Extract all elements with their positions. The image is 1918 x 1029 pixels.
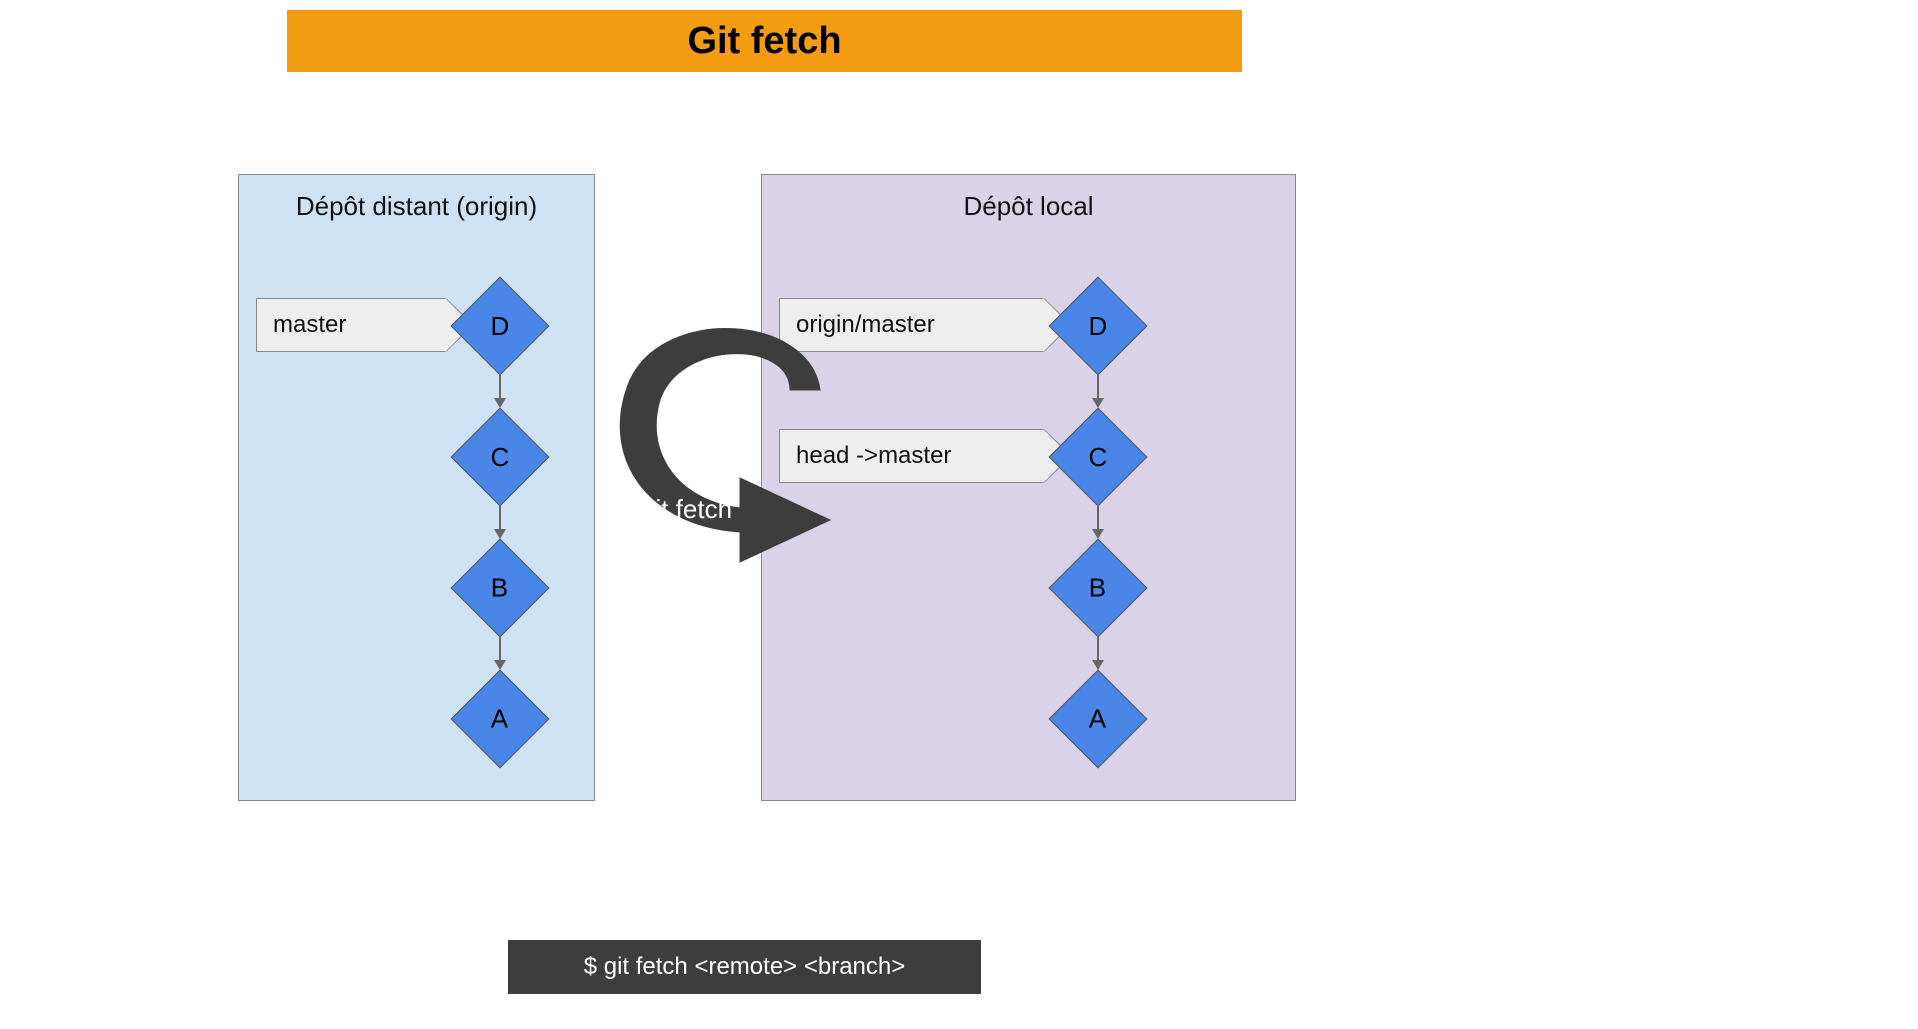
local-arrowhead-dc bbox=[1092, 398, 1104, 408]
curved-arrow-icon bbox=[590, 320, 850, 620]
command-box: $ git fetch <remote> <branch> bbox=[508, 940, 981, 994]
remote-arrowhead-cb bbox=[494, 529, 506, 539]
page-title: Git fetch bbox=[687, 20, 841, 63]
remote-arrowhead-ba bbox=[494, 660, 506, 670]
remote-commit-a-label: A bbox=[491, 704, 508, 735]
local-commit-c-label: C bbox=[1089, 442, 1108, 473]
local-repo-title: Dépôt local bbox=[762, 175, 1295, 222]
local-arrowhead-cb bbox=[1092, 529, 1104, 539]
arrow-label: git fetch bbox=[641, 494, 732, 525]
remote-repo-box: Dépôt distant (origin) bbox=[238, 174, 595, 801]
remote-commit-b-label: B bbox=[491, 573, 508, 604]
command-text: $ git fetch <remote> <branch> bbox=[584, 953, 906, 981]
local-arrowhead-ba bbox=[1092, 660, 1104, 670]
remote-pointer-master-label: master bbox=[273, 311, 346, 339]
remote-arrowhead-dc bbox=[494, 398, 506, 408]
remote-repo-title: Dépôt distant (origin) bbox=[239, 175, 594, 222]
local-connector-cb bbox=[1097, 505, 1099, 531]
local-connector-ba bbox=[1097, 636, 1099, 662]
page-title-banner: Git fetch bbox=[287, 10, 1242, 72]
remote-connector-dc bbox=[499, 374, 501, 400]
remote-connector-cb bbox=[499, 505, 501, 531]
remote-commit-d-label: D bbox=[491, 311, 510, 342]
local-connector-dc bbox=[1097, 374, 1099, 400]
remote-pointer-master: master bbox=[256, 298, 446, 352]
remote-commit-c-label: C bbox=[491, 442, 510, 473]
local-commit-b-label: B bbox=[1089, 573, 1106, 604]
local-commit-d-label: D bbox=[1089, 311, 1108, 342]
local-commit-a-label: A bbox=[1089, 704, 1106, 735]
remote-connector-ba bbox=[499, 636, 501, 662]
